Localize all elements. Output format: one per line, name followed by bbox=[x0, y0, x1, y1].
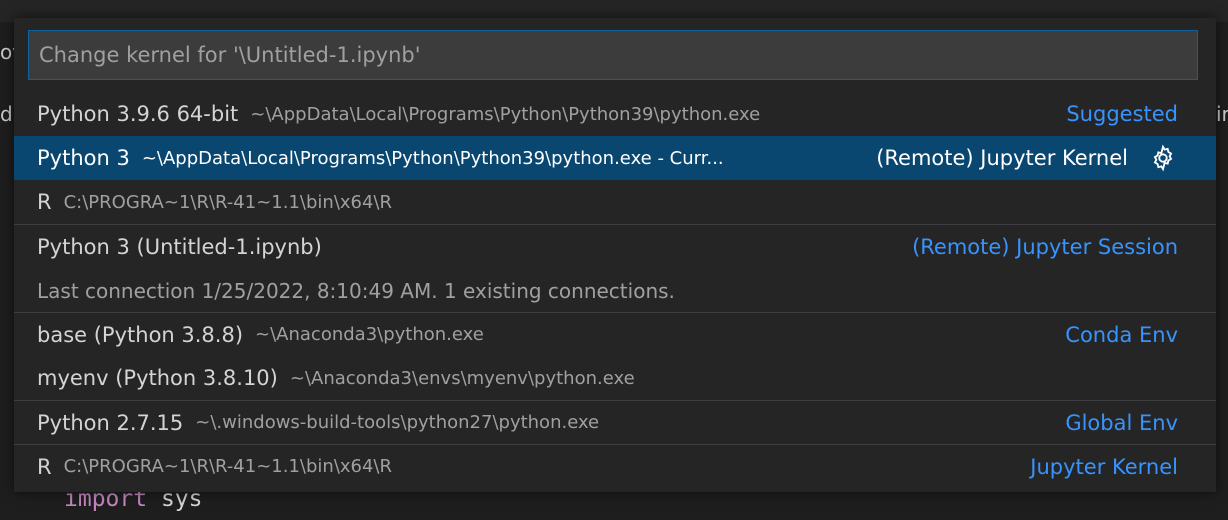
kernel-group-tag: Global Env bbox=[1065, 410, 1178, 435]
kernel-detail: Last connection 1/25/2022, 8:10:49 AM. 1… bbox=[37, 279, 675, 303]
kernel-label: R bbox=[37, 190, 52, 214]
kernel-label: Python 3 bbox=[37, 146, 130, 170]
kernel-item-python-3-9-6[interactable]: Python 3.9.6 64-bit ~\AppData\Local\Prog… bbox=[14, 92, 1216, 136]
kernel-filter-input[interactable] bbox=[29, 31, 1197, 79]
kernel-group-tag: (Remote) Jupyter Session bbox=[912, 235, 1178, 259]
kernel-path: ~\Anaconda3\envs\myenv\python.exe bbox=[289, 367, 635, 389]
kernel-label: R bbox=[37, 454, 52, 479]
kernel-path: ~\.windows-build-tools\python27\python.e… bbox=[195, 412, 600, 433]
kernel-path: ~\Anaconda3\python.exe bbox=[255, 324, 484, 345]
background-text-fragment: ir bbox=[1216, 102, 1228, 126]
kernel-path: C:\PROGRA~1\R\R-41~1.1\bin\x64\R bbox=[63, 191, 393, 213]
background-text-fragment: d bbox=[0, 102, 13, 126]
kernel-item-conda-myenv[interactable]: myenv (Python 3.8.10) ~\Anaconda3\envs\m… bbox=[14, 356, 1216, 400]
gear-icon[interactable] bbox=[1148, 143, 1178, 173]
kernel-item-r-jupyter[interactable]: R C:\PROGRA~1\R\R-41~1.1\bin\x64\R Jupyt… bbox=[14, 444, 1216, 488]
kernel-quick-pick: Python 3.9.6 64-bit ~\AppData\Local\Prog… bbox=[14, 18, 1216, 492]
kernel-list: Python 3.9.6 64-bit ~\AppData\Local\Prog… bbox=[14, 92, 1216, 488]
kernel-group-tag: (Remote) Jupyter Kernel bbox=[876, 146, 1128, 170]
kernel-group-tag: Suggested bbox=[1066, 102, 1178, 126]
kernel-item-remote-session[interactable]: Python 3 (Untitled-1.ipynb) (Remote) Jup… bbox=[14, 224, 1216, 312]
kernel-group-tag: Jupyter Kernel bbox=[1030, 454, 1178, 479]
kernel-label: base (Python 3.8.8) bbox=[37, 322, 244, 347]
kernel-label: Python 3 (Untitled-1.ipynb) bbox=[37, 235, 322, 259]
kernel-item-r[interactable]: R C:\PROGRA~1\R\R-41~1.1\bin\x64\R bbox=[14, 180, 1216, 224]
kernel-group-tag: Conda Env bbox=[1065, 322, 1178, 347]
kernel-item-conda-base[interactable]: base (Python 3.8.8) ~\Anaconda3\python.e… bbox=[14, 312, 1216, 356]
kernel-path: C:\PROGRA~1\R\R-41~1.1\bin\x64\R bbox=[63, 456, 393, 477]
quick-pick-input-wrapper bbox=[28, 30, 1198, 80]
kernel-item-python-3-current[interactable]: Python 3 ~\AppData\Local\Programs\Python… bbox=[14, 136, 1216, 180]
kernel-item-row: Python 3 (Untitled-1.ipynb) (Remote) Jup… bbox=[37, 225, 1178, 269]
kernel-label: Python 2.7.15 bbox=[37, 410, 184, 435]
kernel-path: ~\AppData\Local\Programs\Python\Python39… bbox=[141, 147, 724, 169]
kernel-item-python-2-7-15[interactable]: Python 2.7.15 ~\.windows-build-tools\pyt… bbox=[14, 400, 1216, 444]
kernel-label: myenv (Python 3.8.10) bbox=[37, 366, 278, 390]
kernel-label: Python 3.9.6 64-bit bbox=[37, 102, 239, 126]
kernel-path: ~\AppData\Local\Programs\Python\Python39… bbox=[250, 103, 761, 125]
